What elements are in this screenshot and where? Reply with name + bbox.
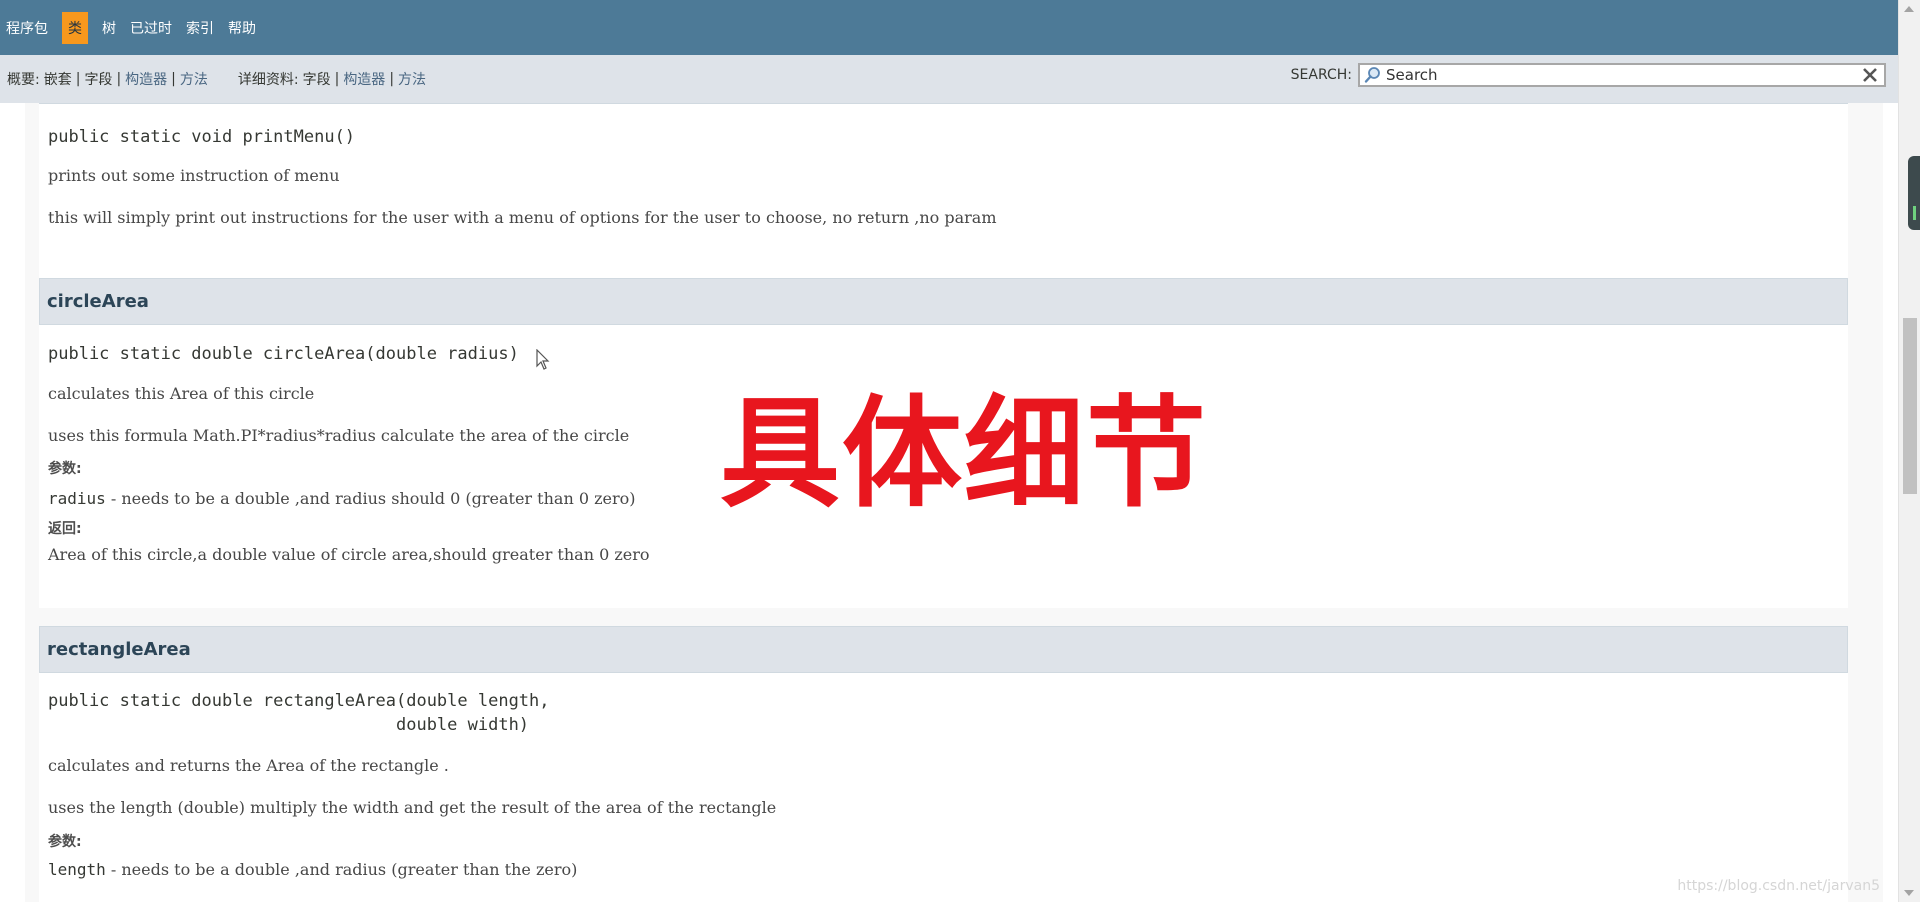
detail-links: 详细资料: 字段 | 构造器 | 方法: [238, 69, 426, 89]
method-rectanglearea: rectangleArea public static double recta…: [39, 626, 1848, 902]
nav-class[interactable]: 类: [62, 11, 88, 44]
close-icon[interactable]: [1860, 65, 1880, 85]
scroll-down-icon[interactable]: [1904, 890, 1914, 896]
method-description: calculates and returns the Area of the r…: [48, 756, 449, 775]
returns-desc: Area of this circle,a double value of ci…: [48, 545, 650, 564]
detail-method-link[interactable]: 方法: [398, 69, 426, 89]
method-title: rectangleArea: [39, 626, 1848, 673]
summary-label: 概要:: [7, 72, 40, 88]
nav-deprecated[interactable]: 已过时: [130, 18, 172, 38]
method-signature: public static void printMenu(): [48, 127, 356, 147]
scroll-thumb[interactable]: [1903, 318, 1917, 494]
method-detail: this will simply print out instructions …: [48, 208, 997, 227]
summary-links: 概要: 嵌套 | 字段 | 构造器 | 方法: [7, 69, 208, 89]
sub-nav: 概要: 嵌套 | 字段 | 构造器 | 方法 详细资料: 字段 | 构造器 | …: [0, 55, 1898, 103]
search-area: SEARCH:: [1291, 63, 1886, 87]
method-header-cut: [39, 103, 1848, 104]
scroll-up-icon[interactable]: [1904, 6, 1914, 12]
summary-nested: 嵌套: [43, 72, 72, 88]
param-item: length - needs to be a double ,and radiu…: [39, 860, 1848, 880]
search-box[interactable]: [1358, 63, 1886, 87]
param-desc: - needs to be a double ,and radius (grea…: [105, 860, 578, 879]
search-icon: [1364, 67, 1380, 83]
nav-help[interactable]: 帮助: [228, 18, 256, 38]
watermark-url: https://blog.csdn.net/jarvan5: [1677, 878, 1880, 894]
nav-index[interactable]: 索引: [186, 18, 214, 38]
detail-field: 字段: [302, 72, 331, 88]
side-widget-icon[interactable]: [1908, 156, 1920, 230]
summary-constructor-link[interactable]: 构造器: [125, 69, 167, 89]
separator: |: [116, 71, 122, 87]
method-title: circleArea: [39, 278, 1848, 325]
vertical-scrollbar[interactable]: [1898, 0, 1920, 902]
mouse-cursor-icon: [536, 349, 550, 370]
detail-constructor-link[interactable]: 构造器: [343, 69, 385, 89]
method-signature-line1: public static double rectangleArea(doubl…: [48, 691, 550, 711]
top-nav: 程序包 类 树 已过时 索引 帮助: [0, 0, 1898, 55]
param-name: radius: [48, 489, 106, 508]
param-desc: - needs to be a double ,and radius shoul…: [105, 489, 636, 508]
nav-tree[interactable]: 树: [102, 18, 116, 38]
nav-package[interactable]: 程序包: [6, 18, 48, 38]
param-name: length: [48, 860, 106, 879]
method-detail: uses the length (double) multiply the wi…: [48, 798, 777, 817]
separator: |: [334, 71, 340, 87]
separator: |: [171, 71, 176, 87]
overlay-annotation: 具体细节: [720, 385, 1208, 524]
method-signature: public static double circleArea(double r…: [48, 344, 519, 364]
params-label: 参数:: [48, 834, 82, 850]
search-label: SEARCH:: [1290, 67, 1352, 83]
summary-method-link[interactable]: 方法: [180, 69, 208, 89]
separator: |: [389, 71, 395, 87]
separator: |: [75, 71, 81, 87]
method-description: prints out some instruction of menu: [48, 166, 340, 185]
method-signature-line2: double width): [48, 715, 530, 735]
summary-field: 字段: [84, 72, 113, 88]
search-input[interactable]: [1382, 66, 1860, 84]
detail-label: 详细资料:: [237, 72, 299, 88]
